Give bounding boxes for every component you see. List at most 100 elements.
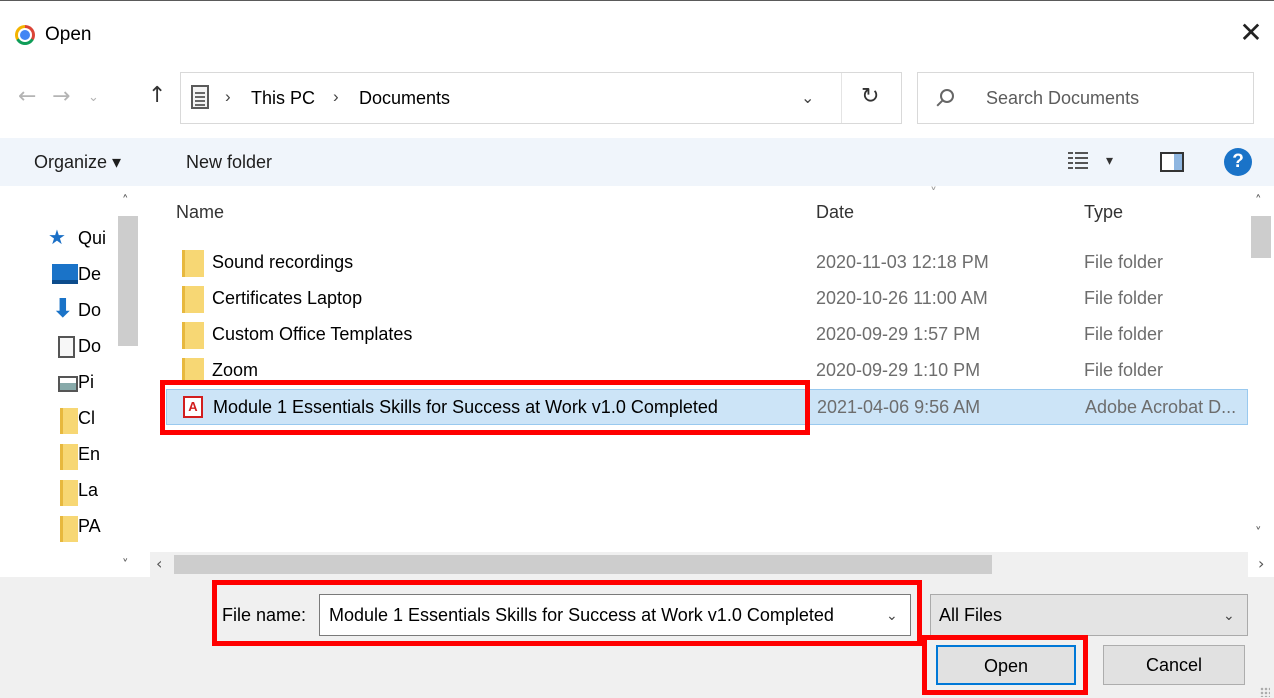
- star-icon: ★: [48, 225, 66, 249]
- chevron-down-icon[interactable]: ⌄: [886, 607, 898, 624]
- sidebar-item-quick-access[interactable]: ★ Qui: [0, 222, 120, 258]
- sidebar-item-label: La: [78, 480, 99, 500]
- sort-indicator-icon: ˅: [930, 186, 937, 202]
- file-list: ˅ Name Date Type Sound recordings 2020-1…: [150, 186, 1274, 577]
- help-icon[interactable]: ?: [1224, 148, 1252, 176]
- up-arrow-icon[interactable]: ↑: [148, 83, 166, 108]
- resize-grip-icon[interactable]: [1260, 687, 1270, 697]
- desktop-icon: [52, 264, 78, 284]
- recent-locations-chevron-icon[interactable]: ⌄: [88, 90, 99, 105]
- file-type-filter-value: All Files: [939, 605, 1003, 625]
- file-date: 2020-09-29 1:57 PM: [816, 324, 981, 344]
- column-header-date[interactable]: Date: [816, 202, 854, 223]
- sidebar-item-label: PA: [78, 516, 101, 536]
- scroll-up-icon[interactable]: ˄: [122, 194, 129, 209]
- breadcrumb-this-pc[interactable]: This PC: [251, 88, 315, 109]
- documents-location-icon: [191, 85, 209, 109]
- sidebar-item-label: Pi: [78, 372, 95, 392]
- scroll-down-icon[interactable]: ˅: [1255, 526, 1262, 541]
- view-options-icon[interactable]: [1068, 152, 1088, 170]
- file-type: File folder: [1084, 252, 1164, 272]
- file-row-folder[interactable]: Zoom 2020-09-29 1:10 PM File folder: [166, 353, 1248, 389]
- file-type: File folder: [1084, 288, 1164, 308]
- folder-icon: [60, 444, 78, 470]
- file-list-vertical-scrollbar[interactable]: ˄ ˅: [1248, 186, 1274, 551]
- file-name-label: File name:: [222, 605, 307, 625]
- breadcrumb-documents[interactable]: Documents: [359, 88, 450, 109]
- address-dropdown-icon[interactable]: ⌄: [801, 88, 814, 108]
- pdf-file-icon: A: [183, 396, 203, 418]
- sidebar-item-label: En: [78, 444, 101, 464]
- organize-button[interactable]: Organize ▾: [34, 152, 121, 173]
- scroll-down-icon[interactable]: ˅: [122, 558, 129, 573]
- forward-arrow-icon[interactable]: →: [52, 84, 70, 109]
- sidebar-item-folder[interactable]: PA: [0, 510, 120, 546]
- folder-icon: [182, 286, 204, 313]
- sidebar-item-desktop[interactable]: De: [0, 258, 120, 294]
- new-folder-button[interactable]: New folder: [186, 152, 272, 173]
- preview-pane-icon[interactable]: [1160, 152, 1184, 172]
- address-divider: [841, 73, 842, 123]
- column-header-type[interactable]: Type: [1084, 202, 1123, 223]
- file-row-folder[interactable]: Custom Office Templates 2020-09-29 1:57 …: [166, 317, 1248, 353]
- file-date: 2020-09-29 1:10 PM: [816, 360, 981, 380]
- refresh-icon[interactable]: ↻: [861, 84, 879, 109]
- scroll-right-icon[interactable]: ›: [1258, 554, 1264, 573]
- sidebar-item-label: Cl: [78, 408, 95, 428]
- navigation-pane: ★ Qui De ⬇ Do Do Pi Cl En La PA ˄ ˅: [0, 186, 146, 577]
- file-type-filter-select[interactable]: All Files ⌄: [930, 594, 1248, 636]
- sidebar-scrollbar[interactable]: ˄ ˅: [116, 186, 140, 577]
- scroll-left-icon[interactable]: ‹: [156, 554, 162, 573]
- scrollbar-thumb[interactable]: [1251, 216, 1271, 258]
- sidebar-item-folder[interactable]: La: [0, 474, 120, 510]
- sidebar-item-pictures[interactable]: Pi: [0, 366, 120, 402]
- back-arrow-icon[interactable]: ←: [18, 84, 36, 109]
- column-header-name[interactable]: Name: [176, 202, 224, 223]
- pictures-icon: [58, 376, 78, 392]
- folder-icon: [60, 516, 78, 542]
- file-name-value: Module 1 Essentials Skills for Success a…: [329, 605, 834, 625]
- view-dropdown-icon[interactable]: ▾: [1106, 152, 1113, 169]
- file-row-folder[interactable]: Sound recordings 2020-11-03 12:18 PM Fil…: [166, 245, 1248, 281]
- file-type: File folder: [1084, 360, 1164, 380]
- folder-icon: [182, 322, 204, 349]
- scrollbar-thumb[interactable]: [174, 555, 992, 574]
- breadcrumb-separator-icon[interactable]: ›: [225, 87, 231, 107]
- open-button[interactable]: Open: [936, 645, 1076, 685]
- sidebar-item-folder[interactable]: En: [0, 438, 120, 474]
- sidebar-item-downloads[interactable]: ⬇ Do: [0, 294, 120, 330]
- sidebar-item-documents[interactable]: Do: [0, 330, 120, 366]
- close-icon[interactable]: ✕: [1236, 18, 1266, 48]
- file-name: Certificates Laptop: [212, 288, 363, 308]
- file-date: 2020-10-26 11:00 AM: [816, 288, 988, 308]
- dialog-title: Open: [45, 24, 92, 45]
- downloads-icon: ⬇: [52, 294, 74, 324]
- address-bar[interactable]: › This PC › Documents ⌄ ↻: [180, 72, 902, 124]
- sidebar-item-label: De: [78, 264, 102, 284]
- scroll-up-icon[interactable]: ˄: [1255, 194, 1262, 209]
- file-name-field[interactable]: Module 1 Essentials Skills for Success a…: [319, 594, 911, 636]
- file-list-horizontal-scrollbar[interactable]: ‹ ›: [150, 552, 1264, 577]
- open-file-dialog: Open ✕ ← → ⌄ ↑ › This PC › Documents ⌄ ↻…: [0, 0, 1274, 698]
- file-date: 2021-04-06 9:56 AM: [817, 397, 981, 417]
- breadcrumb-separator-icon[interactable]: ›: [333, 87, 339, 107]
- file-type: Adobe Acrobat D...: [1085, 397, 1237, 417]
- file-name: Zoom: [212, 360, 259, 380]
- chrome-logo-icon: [15, 25, 35, 45]
- file-name: Custom Office Templates: [212, 324, 413, 344]
- dialog-footer: File name: Module 1 Essentials Skills fo…: [0, 577, 1274, 698]
- file-name: Sound recordings: [212, 252, 354, 272]
- file-row-folder[interactable]: Certificates Laptop 2020-10-26 11:00 AM …: [166, 281, 1248, 317]
- folder-icon: [60, 408, 78, 434]
- file-date: 2020-11-03 12:18 PM: [816, 252, 989, 272]
- sidebar-item-label: Do: [78, 300, 102, 320]
- file-row-pdf-selected[interactable]: A Module 1 Essentials Skills for Success…: [166, 389, 1248, 425]
- chevron-down-icon[interactable]: ⌄: [1223, 607, 1235, 624]
- search-input[interactable]: Search Documents: [917, 72, 1254, 124]
- file-type: File folder: [1084, 324, 1164, 344]
- scrollbar-thumb[interactable]: [118, 216, 138, 346]
- title-bar: Open ✕: [0, 1, 1274, 71]
- cancel-button[interactable]: Cancel: [1103, 645, 1245, 685]
- command-bar: Organize ▾ New folder ▾ ?: [0, 138, 1274, 186]
- sidebar-item-folder[interactable]: Cl: [0, 402, 120, 438]
